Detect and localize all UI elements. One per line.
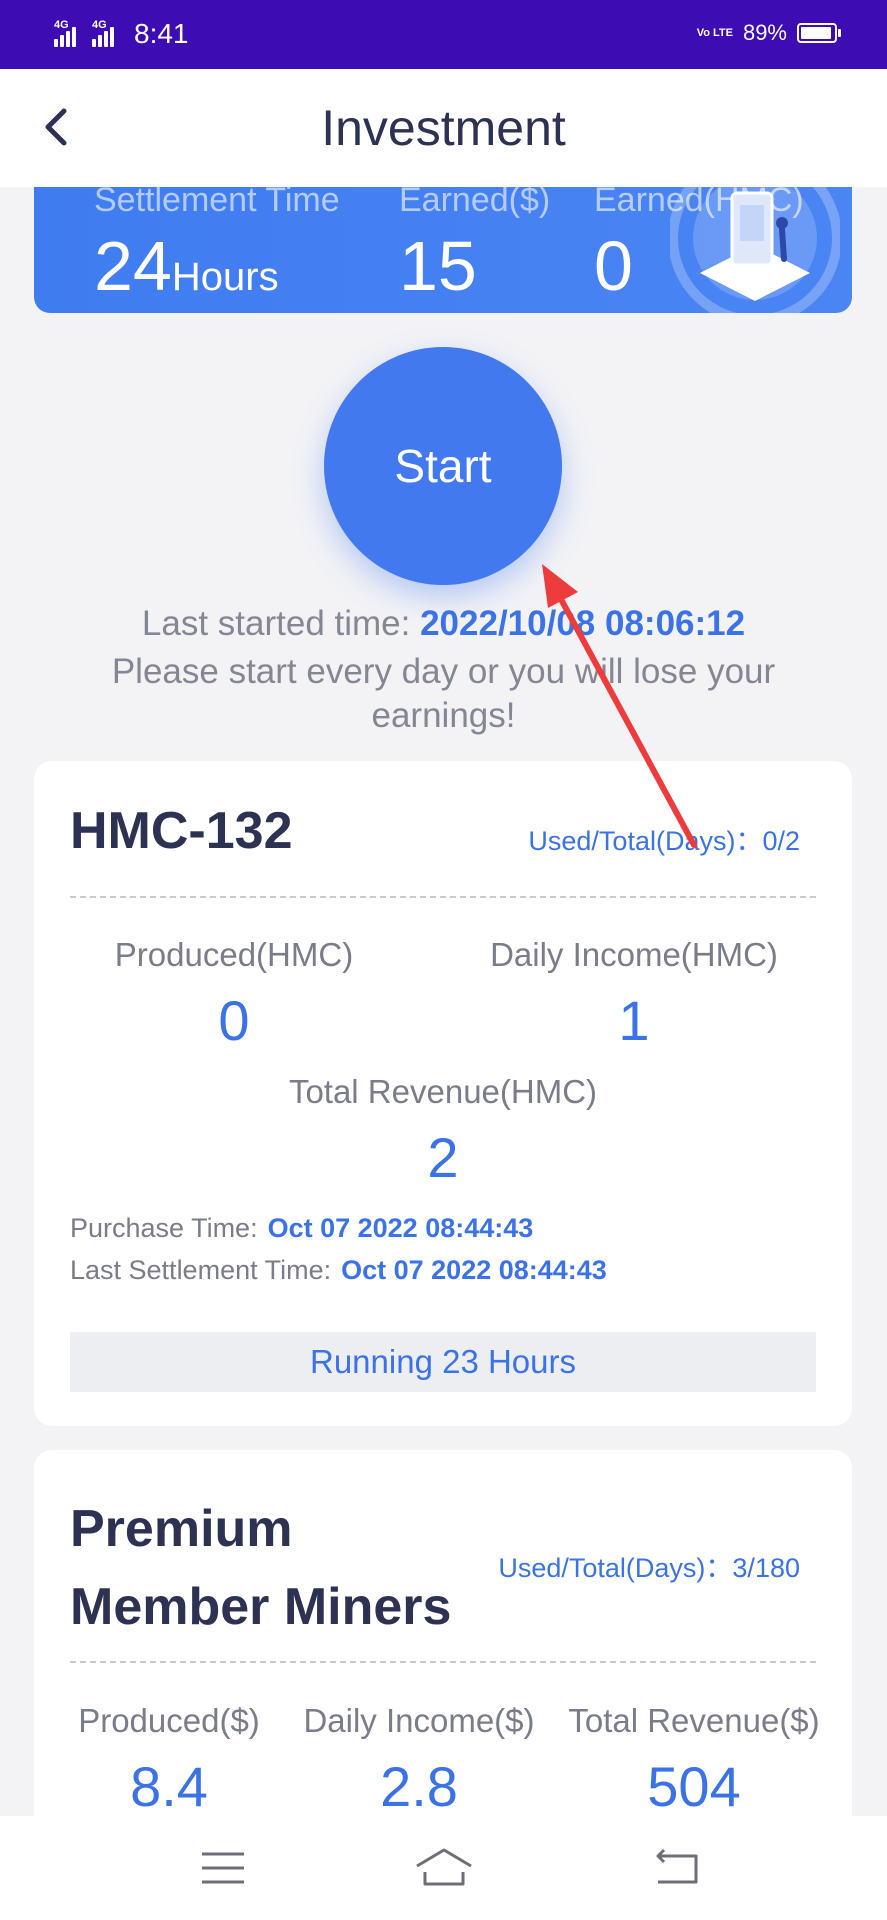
purchase-time-value: Oct 07 2022 08:44:43: [267, 1213, 534, 1243]
daily-income-label: Daily Income(HMC): [490, 936, 778, 973]
total-revenue-value: 2: [427, 1126, 459, 1189]
battery-icon: [797, 23, 841, 43]
purchase-time-label: Purchase Time:: [70, 1213, 258, 1243]
divider: [70, 1661, 816, 1663]
network-type-2: 4G: [92, 19, 107, 31]
produced-stat: Produced(HMC) 0: [64, 936, 404, 1053]
total-revenue-label: Total Revenue($): [568, 1702, 820, 1739]
battery-percent: 89%: [742, 20, 787, 45]
daily-income-value: 2.8: [380, 1755, 458, 1818]
last-settlement-value: Oct 07 2022 08:44:43: [341, 1255, 607, 1285]
menu-button[interactable]: [188, 1838, 258, 1898]
produced-label: Produced(HMC): [114, 936, 354, 973]
produced-value: 8.4: [130, 1755, 208, 1818]
system-nav-bar: [0, 1816, 887, 1920]
last-settlement-time: Last Settlement Time: Oct 07 2022 08:44:4…: [70, 1255, 607, 1286]
settlement-time-label: Settlement Time: [94, 187, 340, 219]
used-total-days: Used/Total(Days)：3/180: [498, 1553, 800, 1583]
settlement-time-block: Settlement Time 24Hours: [94, 187, 340, 313]
produced-stat: Produced($) 8.4: [54, 1702, 284, 1819]
app-header: Investment: [0, 69, 887, 187]
divider: [70, 896, 816, 898]
settlement-time-value: 24Hours: [94, 228, 340, 313]
daily-start-warning: Please start every day or you will lose …: [111, 652, 776, 735]
signal-icon: 4G: [54, 19, 84, 47]
status-left: 4G 4G 8:41: [54, 18, 189, 50]
last-started-time: Last started time: 2022/10/08 08:06:12: [0, 604, 887, 644]
running-status: Running 23 Hours: [70, 1332, 816, 1392]
total-revenue-stat: Total Revenue($) 504: [559, 1702, 829, 1819]
back-icon: [656, 1848, 698, 1884]
produced-label: Produced($): [78, 1702, 260, 1739]
status-right: Vo LTE 89%: [696, 20, 841, 46]
produced-value: 0: [218, 989, 250, 1052]
total-revenue-stat: Total Revenue(HMC) 2: [243, 1073, 643, 1190]
card-title: Premium Member Miners: [70, 1500, 452, 1636]
settlement-time-unit: Hours: [171, 255, 279, 299]
total-revenue-value: 504: [647, 1755, 741, 1818]
last-started-label: Last started time:: [141, 604, 411, 643]
signal-icon-2: 4G: [92, 19, 122, 47]
miner-card-hmc-132: HMC-132 Used/Total(Days)：0/2 Produced(HM…: [34, 761, 852, 1426]
home-icon: [416, 1848, 472, 1886]
menu-icon: [202, 1852, 244, 1884]
home-button[interactable]: [409, 1838, 479, 1898]
earnings-banner: Settlement Time 24Hours Earned($) 15 Ear…: [34, 187, 852, 313]
total-revenue-label: Total Revenue(HMC): [288, 1073, 598, 1110]
card-title: HMC-132: [70, 802, 293, 860]
status-bar: 4G 4G 8:41 Vo LTE 89%: [0, 0, 887, 69]
daily-income-value: 1: [618, 989, 650, 1052]
purchase-time: Purchase Time: Oct 07 2022 08:44:43: [70, 1213, 533, 1244]
network-type-1: 4G: [54, 19, 69, 31]
used-total-days: Used/Total(Days)：0/2: [528, 826, 800, 856]
status-time: 8:41: [134, 18, 189, 49]
miner-card-premium: Premium Member Miners Used/Total(Days)：3…: [34, 1450, 852, 1870]
last-settlement-label: Last Settlement Time:: [70, 1255, 332, 1285]
settlement-time-number: 24: [94, 227, 172, 305]
daily-income-stat: Daily Income(HMC) 1: [444, 936, 824, 1053]
start-button[interactable]: Start: [324, 347, 562, 585]
last-started-value: 2022/10/08 08:06:12: [420, 604, 746, 643]
earned-usd-label: Earned($): [399, 187, 551, 219]
volte-indicator: Vo LTE: [696, 26, 733, 39]
back-nav-button[interactable]: [640, 1838, 710, 1898]
daily-income-label: Daily Income($): [303, 1702, 535, 1739]
daily-income-stat: Daily Income($) 2.8: [284, 1702, 554, 1819]
page-title: Investment: [321, 100, 566, 156]
phone-illustration-icon: [670, 187, 840, 313]
earned-usd-block: Earned($) 15: [399, 187, 550, 304]
earned-usd-value: 15: [399, 227, 477, 305]
